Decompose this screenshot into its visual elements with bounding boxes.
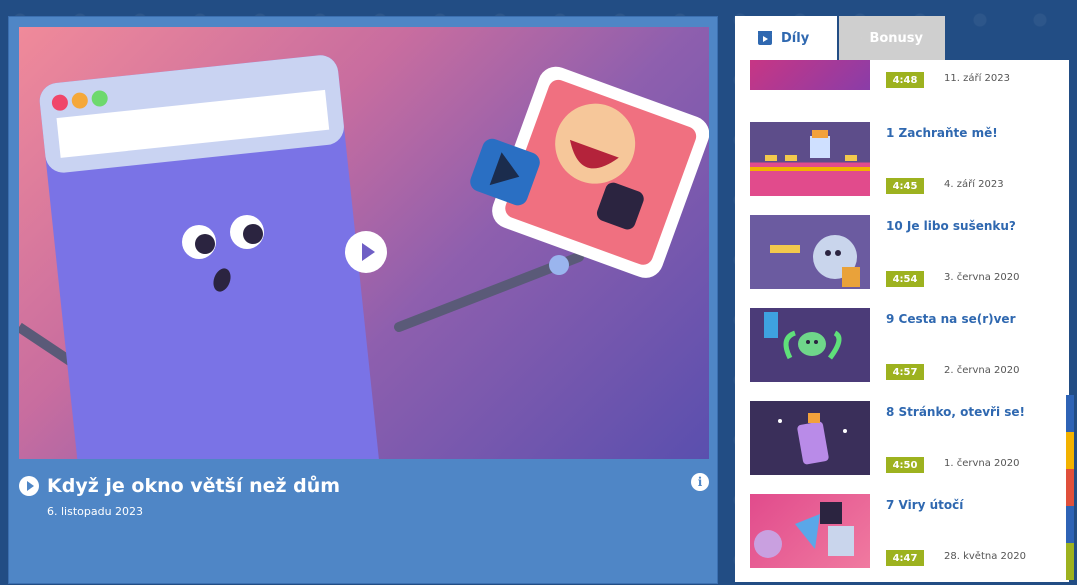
episode-duration: 4:50 bbox=[886, 457, 924, 473]
episode-thumbnail[interactable] bbox=[750, 401, 870, 475]
video-date: 6. listopadu 2023 bbox=[47, 505, 144, 518]
list-item[interactable]: 1 Zachraňte mě! 4:45 4. září 2023 bbox=[750, 122, 1060, 202]
episode-duration: 4:45 bbox=[886, 178, 924, 194]
episode-thumbnail[interactable] bbox=[750, 215, 870, 289]
episode-date: 4. září 2023 bbox=[944, 179, 1004, 190]
thumbnail-art bbox=[764, 312, 842, 360]
episode-duration: 4:47 bbox=[886, 550, 924, 566]
thumbnail-art bbox=[778, 413, 847, 465]
episode-sidebar: Díly Bonusy 4:48 11. září 2023 1 Zachraň… bbox=[735, 16, 1075, 582]
video-frame[interactable] bbox=[19, 27, 709, 459]
episode-title[interactable]: 9 Cesta na se(r)ver bbox=[886, 312, 1016, 326]
episode-title[interactable]: 10 Je libo sušenku? bbox=[886, 219, 1016, 233]
tab-bar: Díly Bonusy bbox=[735, 16, 945, 60]
play-button[interactable] bbox=[345, 231, 387, 273]
video-title-row: Když je okno větší než dům bbox=[19, 475, 340, 497]
tab-dily[interactable]: Díly bbox=[735, 16, 837, 60]
list-item[interactable]: 9 Cesta na se(r)ver 4:57 2. června 2020 bbox=[750, 308, 1060, 388]
video-icon bbox=[758, 31, 772, 45]
video-title: Když je okno větší než dům bbox=[47, 475, 341, 497]
episode-title[interactable]: 7 Viry útočí bbox=[886, 498, 963, 512]
thumbnail-art bbox=[750, 130, 870, 171]
episode-thumbnail[interactable] bbox=[750, 122, 870, 196]
list-item[interactable]: 7 Viry útočí 4:47 28. května 2020 bbox=[750, 494, 1060, 574]
episode-date: 11. září 2023 bbox=[944, 73, 1010, 84]
episode-thumbnail[interactable] bbox=[750, 308, 870, 382]
episode-title[interactable]: 8 Stránko, otevři se! bbox=[886, 405, 1025, 419]
list-item[interactable]: 4:48 11. září 2023 bbox=[750, 60, 1060, 96]
episode-duration: 4:54 bbox=[886, 271, 924, 287]
episode-thumbnail[interactable] bbox=[750, 60, 870, 90]
tab-dily-label: Díly bbox=[781, 30, 810, 46]
list-item[interactable]: 8 Stránko, otevři se! 4:50 1. června 202… bbox=[750, 401, 1060, 481]
episode-duration: 4:48 bbox=[886, 72, 924, 88]
play-circle-icon[interactable] bbox=[19, 476, 39, 496]
thumbnail-art bbox=[770, 235, 860, 287]
episode-duration: 4:57 bbox=[886, 364, 924, 380]
episode-thumbnail[interactable] bbox=[750, 494, 870, 568]
scrollbar[interactable] bbox=[1066, 395, 1074, 580]
episode-date: 3. června 2020 bbox=[944, 272, 1020, 283]
episode-date: 1. června 2020 bbox=[944, 458, 1020, 469]
tab-bonusy-label: Bonusy bbox=[869, 30, 923, 46]
thumbnail-art bbox=[754, 502, 854, 558]
episode-list: 4:48 11. září 2023 1 Zachraňte mě! 4:45 … bbox=[735, 60, 1069, 582]
info-icon[interactable]: i bbox=[691, 473, 709, 491]
video-player: Když je okno větší než dům 6. listopadu … bbox=[8, 16, 718, 584]
tab-bonusy[interactable]: Bonusy bbox=[839, 16, 945, 60]
list-item[interactable]: 10 Je libo sušenku? 4:54 3. června 2020 bbox=[750, 215, 1060, 295]
episode-date: 2. června 2020 bbox=[944, 365, 1020, 376]
episode-title[interactable]: 1 Zachraňte mě! bbox=[886, 126, 998, 140]
episode-date: 28. května 2020 bbox=[944, 551, 1026, 562]
